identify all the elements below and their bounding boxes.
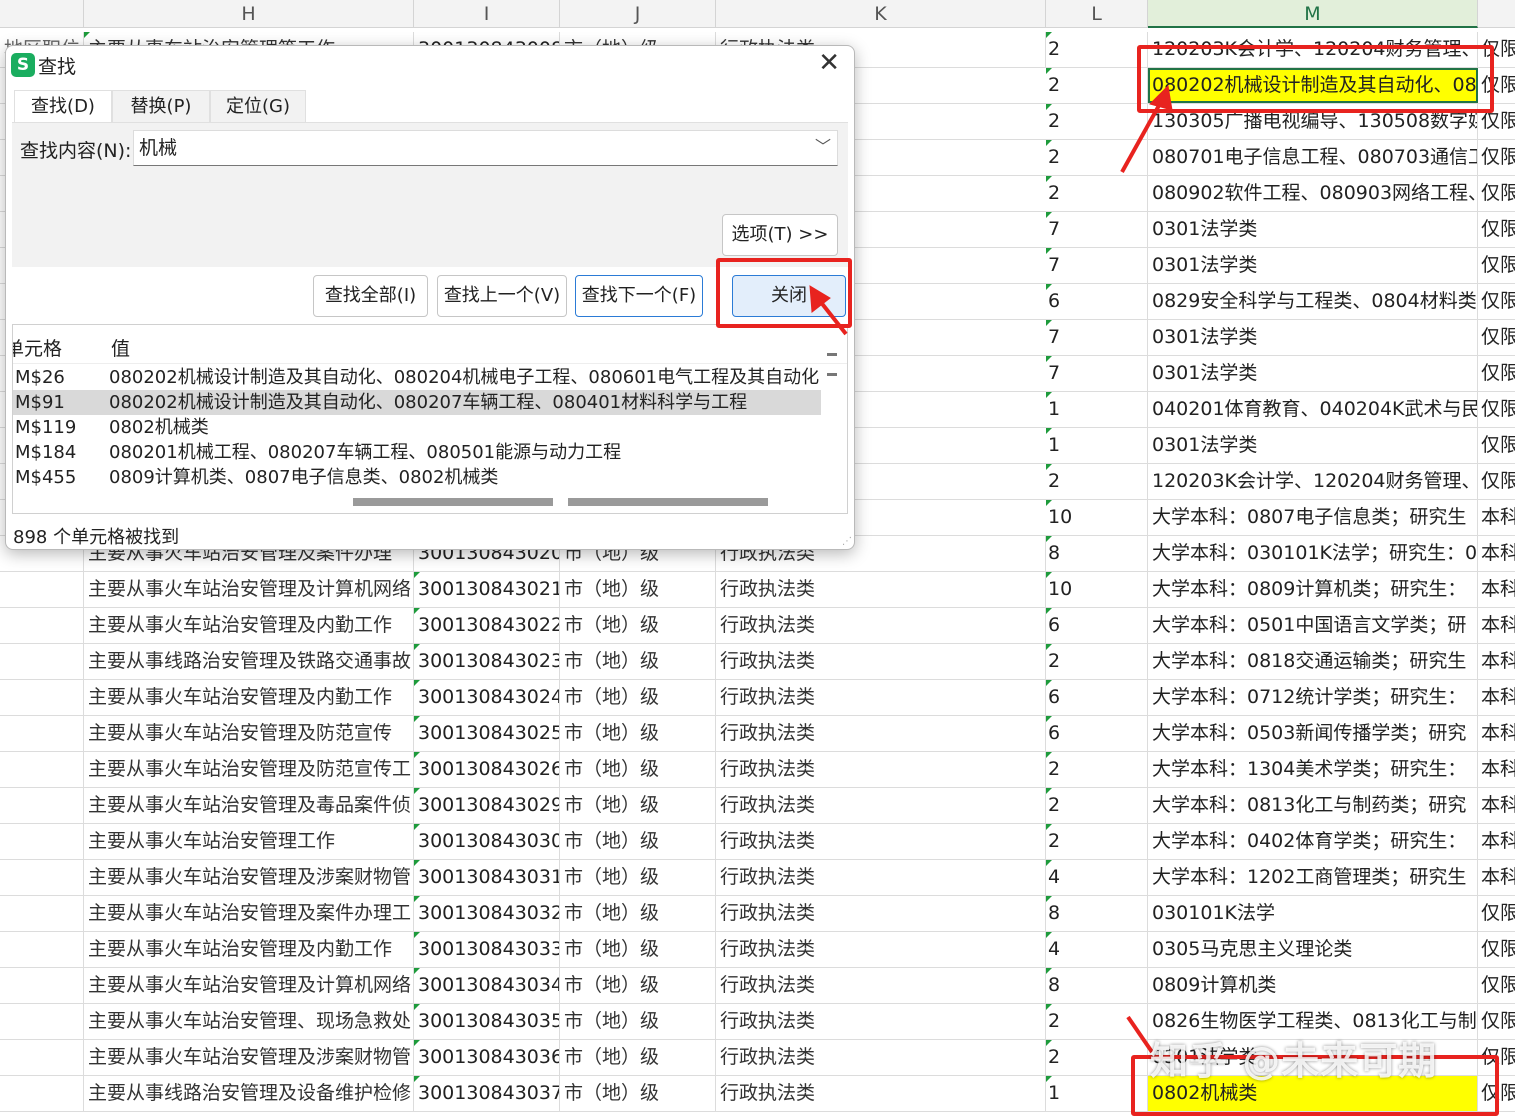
annotation-arrows xyxy=(809,84,1173,1054)
annotation-arrow xyxy=(1120,99,1164,173)
watermark-text: 知乎 @未来可期 xyxy=(1150,1039,1438,1083)
annotation-arrow xyxy=(1126,1015,1154,1054)
annotation-arrowhead xyxy=(1149,84,1173,111)
